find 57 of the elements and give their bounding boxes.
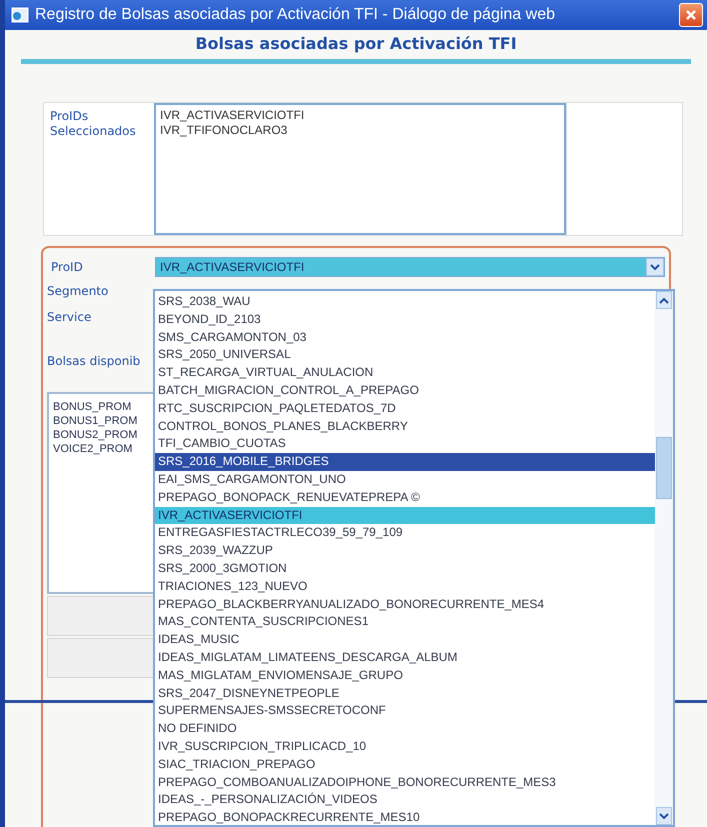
scrollbar[interactable] <box>655 291 673 825</box>
scroll-down-button[interactable] <box>656 807 672 825</box>
dropdown-option[interactable]: RTC_SUSCRIPCION_PAQLETEDATOS_7D <box>155 400 655 418</box>
dropdown-option[interactable]: IVR_SUSCRIPCION_TRIPLICACD_10 <box>155 738 655 756</box>
field-label: ProIDs Seleccionados <box>49 108 137 140</box>
field-label: Segmento <box>47 284 110 298</box>
dropdown-button[interactable] <box>646 258 664 276</box>
dropdown-option[interactable]: BATCH_MIGRACION_CONTROL_A_PREPAGO <box>155 382 655 400</box>
dropdown-option[interactable]: IVR_ACTIVASERVICIOTFI <box>155 506 655 524</box>
field-label: ProID <box>50 260 84 274</box>
close-button[interactable] <box>679 3 703 27</box>
dropdown-option[interactable]: PREPAGO_BONOPACK_RENUEVATEPREPA © <box>155 488 655 507</box>
dropdown-option[interactable]: BEYOND_ID_2103 <box>155 310 655 329</box>
dropdown-option[interactable]: SMS_CARGAMONTON_03 <box>155 328 655 346</box>
dropdown-option[interactable]: NO DEFINIDO <box>155 720 655 738</box>
dropdown-option[interactable]: PREPAGO_BLACKBERRYANUALIZADO_BONORECURRENTE_MES4 <box>155 596 655 614</box>
proid-select[interactable]: IVR_ACTIVASERVICIOTFI <box>155 257 665 277</box>
chevron-up-icon <box>659 296 669 304</box>
close-icon <box>685 9 697 21</box>
page-heading: Bolsas asociadas por Activación TFI <box>195 34 517 53</box>
dropdown-option[interactable]: SRS_2016_MOBILE_BRIDGES <box>155 453 655 471</box>
dropdown-option[interactable]: IDEAS_-_PERSONALIZACIÓN_VIDEOS <box>155 791 655 810</box>
list-item[interactable]: IVR_ACTIVASERVICIOTFI <box>160 108 560 123</box>
dropdown-option[interactable]: TRIACIONES_123_NUEVO <box>155 578 655 596</box>
dropdown-option[interactable]: CONTROL_BONOS_PLANES_BLACKBERRY <box>155 418 655 436</box>
selected-listbox[interactable]: IVR_ACTIVASERVICIOTFI IVR_TFIFONOCLARO3 <box>154 103 566 235</box>
window-icon <box>11 7 29 23</box>
list-item[interactable]: BONUS_PROM <box>53 400 149 414</box>
dropdown-option[interactable]: SRS_2038_WAU <box>155 293 655 311</box>
dropdown-option[interactable]: SIAC_TRIACION_PREPAGO <box>155 756 655 774</box>
dropdown-option[interactable]: IDEAS_MIGLATAM_LIMATEENS_DESCARGA_ALBUM <box>155 648 655 667</box>
dropdown-option[interactable]: SRS_2039_WAZZUP <box>155 542 655 560</box>
chevron-down-icon <box>659 812 669 820</box>
dropdown-option[interactable]: ENTREGASFIESTACTRLECO39_59_79_109 <box>155 524 655 542</box>
list-item[interactable]: VOICE2_PROM <box>53 442 149 456</box>
caret-icon <box>650 264 660 270</box>
dropdown-option[interactable]: MAS_CONTENTA_SUSCRIPCIONES1 <box>155 613 655 632</box>
dropdown-option[interactable]: ST_RECARGA_VIRTUAL_ANULACION <box>155 364 655 382</box>
dropdown-option[interactable]: SUPERMENSAJES-SMSSECRETOCONF <box>155 702 655 720</box>
dropdown-option[interactable]: MAS_MIGLATAM_ENVIOMENSAJE_GRUPO <box>155 666 655 685</box>
window-title: Registro de Bolsas asociadas por Activación TFI - Diálogo de página web <box>35 6 556 24</box>
list-item[interactable]: BONUS2_PROM <box>53 428 149 442</box>
dropdown-option[interactable]: PREPAGO_BONOPACKRECURRENTE_MES10 <box>155 809 655 827</box>
bonus-listbox[interactable]: BONUS_PROM BONUS1_PROM BONUS2_PROM VOICE2_PROM <box>47 392 155 594</box>
field-label: Bolsas disponib <box>47 354 142 368</box>
dropdown-option[interactable]: SRS_2000_3GMOTION <box>155 560 655 578</box>
scroll-thumb[interactable] <box>656 437 672 499</box>
dropdown-option[interactable]: TFI_CAMBIO_CUOTAS <box>155 435 655 454</box>
list-item[interactable]: IVR_TFIFONOCLARO3 <box>160 123 560 138</box>
dropdown-option[interactable]: SRS_2047_DISNEYNETPEOPLE <box>155 684 655 702</box>
dropdown-option[interactable]: IDEAS_MUSIC <box>155 631 655 649</box>
field-label: Service <box>47 310 92 324</box>
dropdown-option[interactable]: EAI_SMS_CARGAMONTON_UNO <box>155 470 655 489</box>
scroll-up-button[interactable] <box>656 291 672 309</box>
dropdown-option[interactable]: PREPAGO_COMBOANUALIZADOIPHONE_BONORECURRENTE_MES3 <box>155 774 655 792</box>
dropdown-option[interactable]: SRS_2050_UNIVERSAL <box>155 346 655 364</box>
list-item[interactable]: BONUS1_PROM <box>53 414 149 428</box>
